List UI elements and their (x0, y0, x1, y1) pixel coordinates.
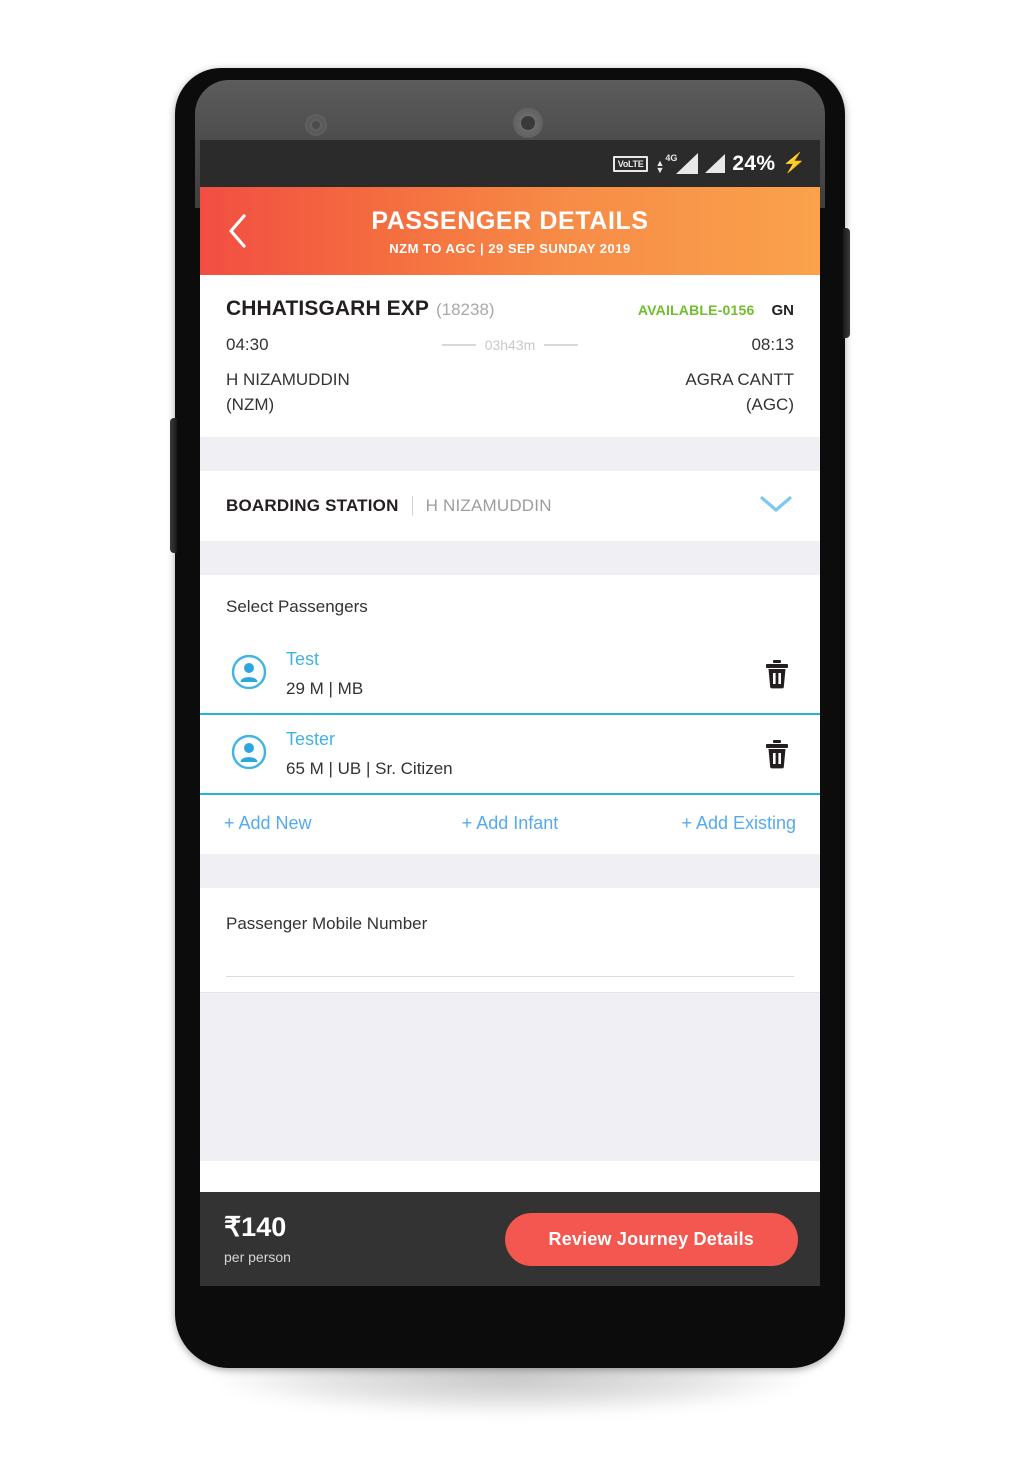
mobile-data-icon: ▲ ▼ 4G (655, 153, 699, 175)
back-chevron-icon (229, 214, 246, 248)
trash-icon (766, 740, 788, 769)
train-station-row: H NIZAMUDDIN (NZM) AGRA CANTT (AGC) (226, 367, 794, 417)
person-icon (231, 654, 267, 694)
fare-unit-label: per person (224, 1249, 291, 1265)
bottom-action-bar: ₹140 per person Review Journey Details (200, 1192, 820, 1286)
status-bar: VoLTE ▲ ▼ 4G 24% ⚡ (200, 140, 820, 187)
front-camera-icon (513, 108, 543, 138)
add-existing-passenger-button[interactable]: + Add Existing (605, 813, 796, 834)
page-subtitle: NZM TO AGC | 29 SEP SUNDAY 2019 (389, 240, 631, 256)
delete-passenger-button[interactable] (760, 739, 794, 769)
passenger-info: Test 29 M | MB (286, 649, 760, 699)
destination-station-name: AGRA CANTT (685, 370, 794, 389)
power-button[interactable] (843, 228, 850, 338)
section-divider-band-2 (200, 541, 820, 575)
passengers-section: Select Passengers Test 29 M | MB Tester … (200, 575, 820, 854)
boarding-station-row[interactable]: BOARDING STATION H NIZAMUDDIN (200, 471, 820, 541)
add-infant-button[interactable]: + Add Infant (415, 813, 606, 834)
passenger-row[interactable]: Tester 65 M | UB | Sr. Citizen (200, 713, 820, 793)
bolt-icon: ⚡ (782, 153, 806, 174)
availability-status: AVAILABLE-0156 (637, 302, 755, 318)
train-title-row: CHHATISGARH EXP (18238) AVAILABLE-0156 GN (226, 297, 794, 321)
passenger-row[interactable]: Test 29 M | MB (200, 633, 820, 713)
phone-device-frame: VoLTE ▲ ▼ 4G 24% ⚡ PASSENGER DETAILS NZM … (170, 68, 850, 1368)
header-text-block: PASSENGER DETAILS NZM TO AGC | 29 SEP SU… (200, 207, 820, 256)
duration-dash-left (441, 344, 476, 346)
signal-bars-secondary-icon (705, 154, 726, 173)
boarding-station-label: BOARDING STATION (226, 496, 399, 515)
departure-time: 04:30 (226, 335, 269, 354)
train-name: CHHATISGARH EXP (226, 297, 429, 320)
arrival-time: 08:13 (751, 335, 794, 354)
mobile-number-input[interactable] (226, 934, 794, 977)
phone-screen: VoLTE ▲ ▼ 4G 24% ⚡ PASSENGER DETAILS NZM … (200, 140, 820, 1286)
passenger-name: Tester (286, 729, 336, 749)
destination-station-block: AGRA CANTT (AGC) (685, 367, 794, 417)
boarding-divider (411, 496, 413, 516)
battery-percentage: 24% (732, 151, 776, 175)
mobile-number-section: Passenger Mobile Number (200, 888, 820, 992)
train-summary-card: CHHATISGARH EXP (18238) AVAILABLE-0156 GN… (200, 275, 820, 437)
volte-icon: VoLTE (612, 155, 649, 172)
destination-station-code: (AGC) (745, 395, 794, 414)
signal-bars-icon (676, 153, 699, 174)
train-number: (18238) (435, 300, 495, 319)
passenger-details: 29 M | MB (286, 679, 364, 698)
select-passengers-heading: Select Passengers (226, 597, 368, 616)
journey-duration: 03h43m (484, 337, 536, 353)
origin-station-block: H NIZAMUDDIN (NZM) (226, 367, 350, 417)
app-header: PASSENGER DETAILS NZM TO AGC | 29 SEP SU… (200, 187, 820, 275)
proximity-sensor-icon (305, 114, 327, 136)
person-icon (231, 734, 267, 774)
trash-icon (766, 660, 788, 689)
section-divider-band-3 (200, 854, 820, 888)
delete-passenger-button[interactable] (760, 659, 794, 689)
passenger-name: Test (286, 649, 320, 669)
mobile-number-label: Passenger Mobile Number (226, 914, 428, 933)
fare-amount: ₹140 (224, 1212, 287, 1242)
empty-filler-area (200, 993, 820, 1161)
train-time-row: 04:30 03h43m 08:13 (226, 335, 794, 355)
volume-button[interactable] (170, 418, 177, 553)
section-divider-band (200, 437, 820, 471)
duration-dash-right (544, 344, 579, 346)
back-button[interactable] (208, 212, 268, 250)
review-journey-details-button[interactable]: Review Journey Details (504, 1212, 798, 1266)
boarding-station-expand-button[interactable] (758, 493, 794, 520)
origin-station-name: H NIZAMUDDIN (226, 370, 350, 389)
origin-station-code: (NZM) (226, 395, 275, 414)
chevron-down-icon (760, 495, 792, 512)
train-name-block: CHHATISGARH EXP (18238) (226, 297, 495, 321)
add-passenger-actions: + Add New + Add Infant + Add Existing (200, 793, 820, 854)
travel-class: GN (771, 302, 795, 319)
data-updown-icon: ▲ ▼ (655, 158, 665, 175)
availability-block: AVAILABLE-0156 GN (638, 302, 794, 319)
add-new-passenger-button[interactable]: + Add New (224, 813, 415, 834)
boarding-station-value: H NIZAMUDDIN (425, 496, 552, 515)
journey-duration-block: 03h43m (441, 337, 579, 353)
passenger-info: Tester 65 M | UB | Sr. Citizen (286, 729, 760, 779)
page-title: PASSENGER DETAILS (371, 206, 649, 235)
passenger-details: 65 M | UB | Sr. Citizen (286, 759, 453, 778)
fare-block: ₹140 per person (224, 1212, 291, 1265)
